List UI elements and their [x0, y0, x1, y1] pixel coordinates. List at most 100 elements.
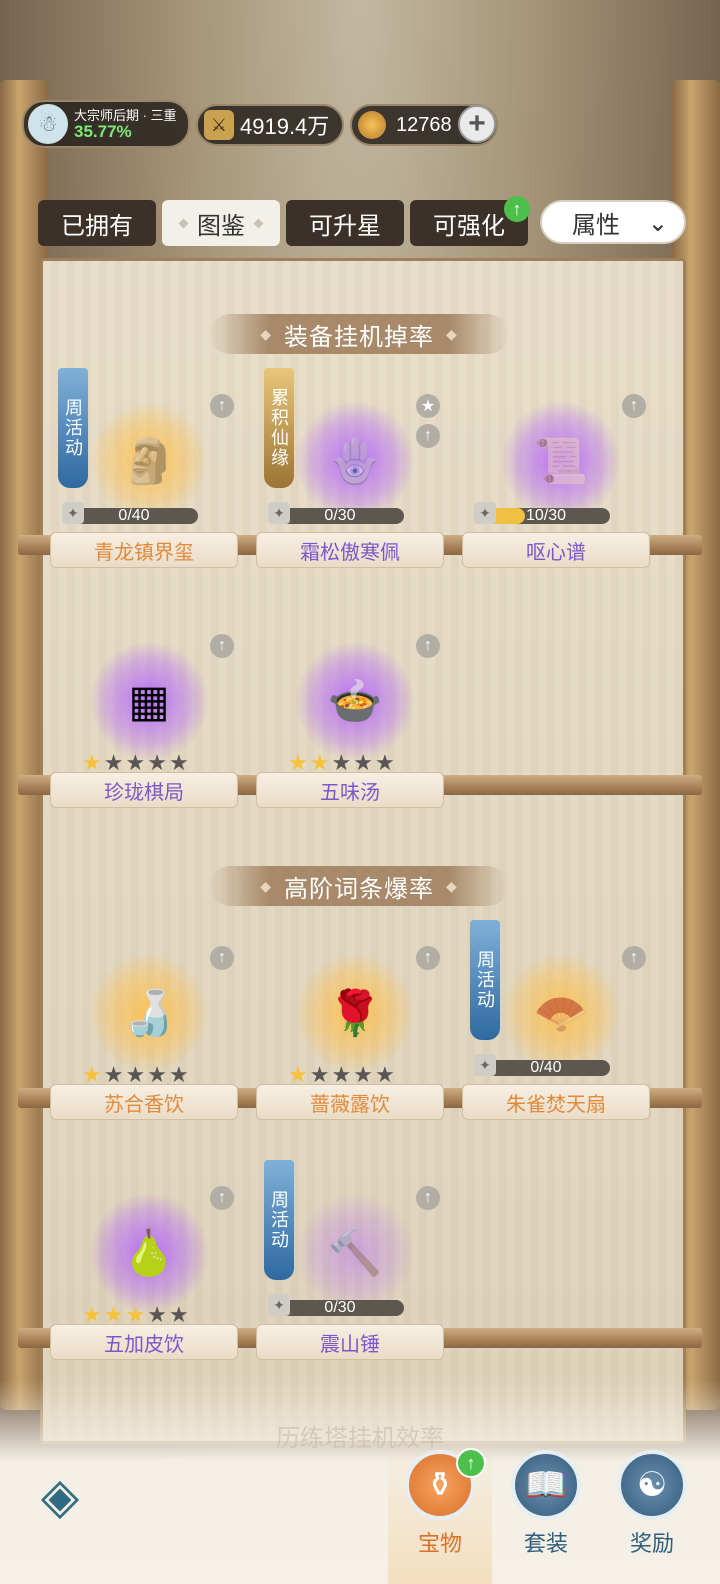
star-filled-icon: ★: [103, 1302, 124, 1327]
tab-codex[interactable]: 图鉴: [162, 200, 280, 246]
star-rating: ★ ★ ★ ★ ★: [288, 1064, 397, 1086]
item-name: 五味汤: [256, 772, 444, 808]
star-empty-icon: ★: [331, 1062, 352, 1087]
nav-set[interactable]: 📖 套装: [498, 1450, 594, 1574]
item-card[interactable]: 🗿 周活动 ↑ ✦ 0/40 青龙镇界玺: [50, 368, 248, 582]
star-rating: ★ ★ ★ ★ ★: [82, 1304, 191, 1326]
item-card[interactable]: 🌹 ↑ ★ ★ ★ ★ ★ 蔷薇露饮: [256, 924, 454, 1134]
attribute-filter-dropdown[interactable]: 属性 ⌄: [540, 200, 686, 244]
item-name: 珍珑棋局: [50, 772, 238, 808]
star-empty-icon: ★: [374, 750, 395, 775]
star-filled-icon: ★: [288, 750, 308, 775]
go-board-icon: ▦: [128, 676, 170, 726]
upgrade-arrow-icon: ↑: [416, 946, 440, 970]
upgrade-arrow-icon: ↑: [210, 1186, 234, 1210]
upgrade-arrow-icon: ↑: [210, 946, 234, 970]
fragment-count: 0/40: [118, 507, 150, 524]
upgrade-arrow-icon: ↑: [416, 634, 440, 658]
fragment-count: 0/30: [324, 507, 356, 524]
star-filled-icon: ★: [125, 1302, 146, 1327]
item-card[interactable]: 🍲 ↑ ★ ★ ★ ★ ★ 五味汤: [256, 612, 454, 822]
star-filled-icon: ★: [82, 750, 102, 775]
star-empty-icon: ★: [103, 750, 124, 775]
power-value: 4919.4万: [240, 114, 330, 139]
pendant-icon: 🪬: [327, 437, 383, 486]
fragment-count: 0/40: [530, 1059, 562, 1076]
swords-icon: ⚔: [204, 110, 234, 140]
section-header: ◆ 高阶词条爆率 ◆: [210, 866, 508, 906]
star-empty-icon: ★: [168, 750, 189, 775]
fragment-progress: ✦ 0/40: [474, 1054, 610, 1076]
star-empty-icon: ★: [331, 750, 352, 775]
tab-label: 可强化: [433, 212, 505, 240]
coin-icon: [358, 111, 386, 139]
fragment-progress: ✦ 0/30: [268, 1294, 404, 1316]
section-header: ◆ 装备挂机掉率 ◆: [210, 314, 508, 354]
tab-owned[interactable]: 已拥有: [38, 200, 156, 246]
nav-reward[interactable]: ☯ 奖励: [604, 1450, 700, 1574]
gourd-icon: 🍐: [121, 1229, 177, 1278]
fragment-progress: ✦ 0/30: [268, 502, 404, 524]
item-name: 霜松傲寒佩: [256, 532, 444, 568]
section-title: 高阶词条爆率: [284, 875, 434, 903]
star-empty-icon: ★: [168, 1302, 189, 1327]
fan-icon: 🪭: [533, 989, 589, 1038]
item-card[interactable]: 🍐 ↑ ★ ★ ★ ★ ★ 五加皮饮: [50, 1164, 248, 1374]
star-empty-icon: ★: [147, 750, 167, 775]
item-card[interactable]: 🪬 累积仙缘 ★ ↑ ✦ 0/30 霜松傲寒佩: [256, 368, 454, 582]
diamond-icon: ◆: [446, 325, 458, 342]
plus-icon: +: [468, 107, 486, 140]
item-name: 呕心谱: [462, 532, 650, 568]
item-name: 朱雀焚天扇: [462, 1084, 650, 1120]
player-status[interactable]: ☃ 大宗师后期 · 三重 35.77%: [22, 100, 190, 148]
diamond-icon: ◆: [260, 325, 272, 342]
item-card[interactable]: 🔨 周活动 ↑ ✦ 0/30 震山锤: [256, 1160, 454, 1374]
diamond-icon: ◆: [446, 877, 458, 894]
reward-icon: ☯: [617, 1450, 687, 1520]
event-tag: 周活动: [264, 1160, 294, 1280]
star-rating: ★ ★ ★ ★ ★: [288, 752, 397, 774]
book-icon: 📖: [511, 1450, 581, 1520]
star-filled-icon: ★: [82, 1062, 102, 1087]
chevron-down-icon: ⌄: [647, 210, 668, 237]
star-filled-icon: ★: [309, 750, 330, 775]
upgrade-arrow-icon: ↑: [416, 424, 440, 448]
item-card[interactable]: ▦ ↑ ★ ★ ★ ★ ★ 珍珑棋局: [50, 612, 248, 822]
combat-power: ⚔ 4919.4万: [196, 104, 344, 146]
tab-upgradable-star[interactable]: 可升星: [286, 200, 404, 246]
scroll-icon: 📜: [533, 437, 589, 486]
star-filled-icon: ★: [288, 1062, 308, 1087]
soup-bowl-icon: 🍲: [327, 677, 383, 726]
add-currency-button[interactable]: +: [458, 105, 496, 143]
star-empty-icon: ★: [353, 750, 373, 775]
arrow-up-badge-icon: ↑: [504, 196, 530, 222]
event-tag: 累积仙缘: [264, 368, 294, 488]
diamond-icon: [178, 218, 189, 228]
fragment-progress: ✦ 10/30: [474, 502, 610, 524]
star-rating: ★ ★ ★ ★ ★: [82, 1064, 191, 1086]
item-card[interactable]: 📜 ↑ ✦ 10/30 呕心谱: [462, 372, 660, 582]
item-card[interactable]: 🪭 周活动 ↑ ✦ 0/40 朱雀焚天扇: [462, 920, 660, 1134]
menu-logo-icon[interactable]: ◈: [24, 1466, 96, 1526]
star-empty-icon: ★: [125, 750, 146, 775]
star-empty-icon: ★: [103, 1062, 124, 1087]
nav-label: 套装: [523, 1531, 568, 1556]
upgrade-arrow-icon: ↑: [622, 946, 646, 970]
item-card[interactable]: 🍶 ↑ ★ ★ ★ ★ ★ 苏合香饮: [50, 924, 248, 1134]
fragment-count: 10/30: [525, 507, 567, 524]
star-empty-icon: ★: [353, 1062, 373, 1087]
item-name: 五加皮饮: [50, 1324, 238, 1360]
event-tag: 周活动: [470, 920, 500, 1040]
star-empty-icon: ★: [125, 1062, 146, 1087]
avatar: ☃: [28, 104, 68, 144]
tab-label: 可升星: [309, 212, 381, 240]
fragment-count: 0/30: [324, 1299, 356, 1316]
star-empty-icon: ★: [374, 1062, 395, 1087]
event-tag: 周活动: [58, 368, 88, 488]
star-empty-icon: ★: [147, 1062, 167, 1087]
upgrade-arrow-icon: ↑: [622, 394, 646, 418]
diamond-icon: [253, 218, 264, 228]
diamond-icon: ◆: [260, 877, 272, 894]
star-rating: ★ ★ ★ ★ ★: [82, 752, 191, 774]
section-title: 装备挂机掉率: [284, 323, 434, 351]
